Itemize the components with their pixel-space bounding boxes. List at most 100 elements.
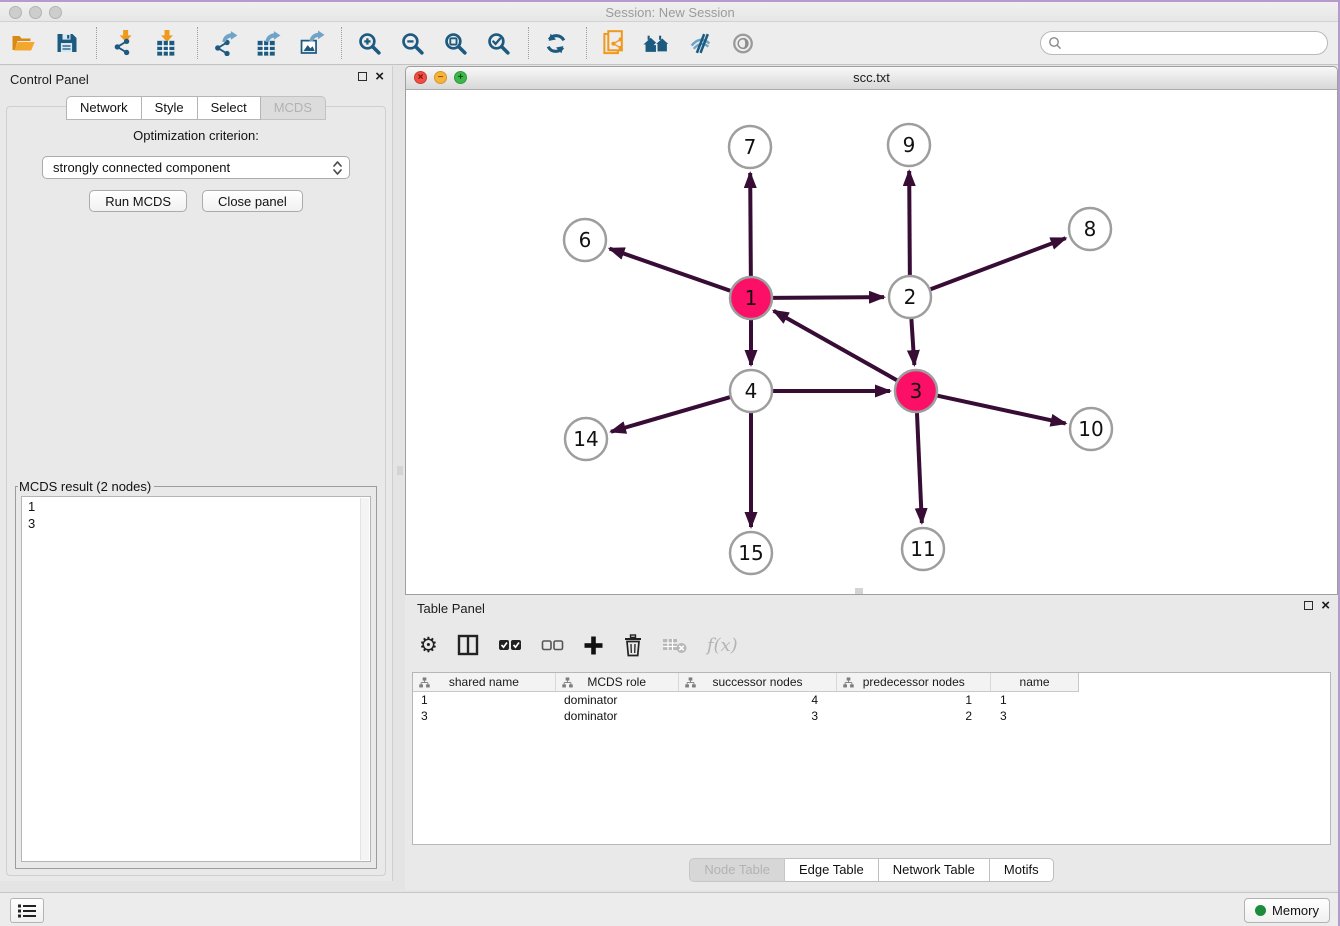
table-panel-title: Table Panel <box>417 601 485 616</box>
column-header-shared-name[interactable]: shared name <box>413 673 556 691</box>
table-cell[interactable]: 3 <box>413 709 556 723</box>
zoom-selected-icon[interactable] <box>483 28 513 58</box>
graph-node-10[interactable]: 10 <box>1070 408 1112 450</box>
svg-text:11: 11 <box>910 537 935 561</box>
float-table-panel-icon[interactable] <box>1304 601 1313 610</box>
horizontal-splitter-handle[interactable] <box>855 588 863 594</box>
tab-style[interactable]: Style <box>142 96 198 120</box>
toolbar-separator <box>197 27 198 59</box>
graph-node-1[interactable]: 1 <box>730 277 772 319</box>
add-icon[interactable] <box>583 632 604 658</box>
table-cell[interactable]: 3 <box>679 709 838 723</box>
toolbar-separator <box>586 27 587 59</box>
control-panel: Control Panel × NetworkStyleSelectMCDS O… <box>0 66 393 881</box>
graph-node-2[interactable]: 2 <box>889 276 931 318</box>
zoom-in-icon[interactable] <box>354 28 384 58</box>
table-cell[interactable]: 1 <box>838 693 992 707</box>
save-session-icon[interactable] <box>51 28 81 58</box>
network-from-selection-icon[interactable] <box>599 28 629 58</box>
graph-node-11[interactable]: 11 <box>902 528 944 570</box>
edge-1-2[interactable] <box>773 297 884 298</box>
memory-button[interactable]: Memory <box>1244 898 1330 923</box>
edge-3-1[interactable] <box>774 311 897 380</box>
criterion-dropdown[interactable]: strongly connected component <box>42 156 350 179</box>
edge-2-9[interactable] <box>909 171 910 275</box>
graph-node-6[interactable]: 6 <box>564 219 606 261</box>
graph-node-3[interactable]: 3 <box>895 370 937 412</box>
result-scrollbar[interactable] <box>360 498 369 860</box>
export-table-icon[interactable] <box>253 28 283 58</box>
search-input[interactable] <box>1040 31 1328 55</box>
table-row[interactable]: 3dominator323 <box>413 708 1330 724</box>
graph-node-14[interactable]: 14 <box>565 418 607 460</box>
import-network-icon[interactable] <box>109 28 139 58</box>
task-history-button[interactable] <box>10 898 44 923</box>
close-panel-icon[interactable]: × <box>375 71 384 82</box>
edge-2-8[interactable] <box>931 238 1066 289</box>
run-mcds-button[interactable]: Run MCDS <box>89 190 187 212</box>
tab-mcds[interactable]: MCDS <box>261 96 326 120</box>
mcds-result-text[interactable]: 1 3 <box>21 496 371 862</box>
table-cell[interactable]: dominator <box>556 693 679 707</box>
close-table-panel-icon[interactable]: × <box>1321 600 1330 611</box>
float-panel-icon[interactable] <box>358 72 367 81</box>
refresh-icon[interactable] <box>541 28 571 58</box>
table-cell[interactable]: 1 <box>413 693 556 707</box>
select-all-icon[interactable] <box>498 632 522 658</box>
graph-node-9[interactable]: 9 <box>888 124 930 166</box>
deselect-all-icon[interactable] <box>541 632 564 658</box>
table-cell[interactable]: dominator <box>556 709 679 723</box>
edge-2-3[interactable] <box>911 319 914 365</box>
hide-details-icon[interactable] <box>685 28 715 58</box>
tab-network[interactable]: Network <box>66 96 142 120</box>
export-image-icon[interactable] <box>296 28 326 58</box>
svg-text:4: 4 <box>745 379 758 403</box>
open-session-icon[interactable] <box>8 28 38 58</box>
close-panel-button[interactable]: Close panel <box>202 190 303 212</box>
control-panel-title: Control Panel <box>10 72 89 87</box>
edge-3-10[interactable] <box>937 396 1065 424</box>
network-window-titlebar[interactable]: × − + scc.txt <box>406 67 1337 90</box>
tab-motifs[interactable]: Motifs <box>990 858 1054 882</box>
tab-node-table[interactable]: Node Table <box>689 858 785 882</box>
tab-select[interactable]: Select <box>198 96 261 120</box>
column-header-MCDS-role[interactable]: MCDS role <box>556 673 679 691</box>
gear-icon[interactable]: ⚙ <box>419 632 438 658</box>
edge-1-6[interactable] <box>610 249 731 291</box>
mcds-result-fieldset: MCDS result (2 nodes) 1 3 <box>15 479 377 869</box>
graph-node-7[interactable]: 7 <box>729 126 771 168</box>
split-columns-icon[interactable] <box>457 632 479 658</box>
zoom-fit-icon[interactable] <box>440 28 470 58</box>
edge-4-14[interactable] <box>611 397 730 432</box>
table-cell[interactable]: 2 <box>838 709 992 723</box>
graph-node-4[interactable]: 4 <box>730 370 772 412</box>
tab-network-table[interactable]: Network Table <box>879 858 990 882</box>
optimization-label: Optimization criterion: <box>7 128 385 143</box>
edge-3-11[interactable] <box>917 413 922 523</box>
svg-text:9: 9 <box>903 133 916 157</box>
show-details-icon[interactable] <box>728 28 758 58</box>
table-cell[interactable]: 4 <box>679 693 838 707</box>
tab-edge-table[interactable]: Edge Table <box>785 858 879 882</box>
column-header-successor-nodes[interactable]: successor nodes <box>679 673 838 691</box>
toolbar-separator <box>341 27 342 59</box>
table-row[interactable]: 1dominator411 <box>413 692 1330 708</box>
table-cell[interactable]: 3 <box>992 709 1079 723</box>
graph-node-8[interactable]: 8 <box>1069 208 1111 250</box>
export-network-icon[interactable] <box>210 28 240 58</box>
network-canvas[interactable]: 7 9 6 8 1 2 4 3 14 10 15 11 <box>406 90 1337 594</box>
table-cell[interactable]: 1 <box>992 693 1079 707</box>
column-header-name[interactable]: name <box>991 673 1078 691</box>
svg-text:7: 7 <box>744 135 757 159</box>
home-icon[interactable] <box>642 28 672 58</box>
dropdown-stepper-icon <box>332 159 343 183</box>
edge-1-7[interactable] <box>750 173 751 276</box>
function-icon: f(x) <box>707 632 738 658</box>
import-table-icon[interactable] <box>152 28 182 58</box>
column-header-predecessor-nodes[interactable]: predecessor nodes <box>837 673 991 691</box>
delete-table-icon <box>662 632 688 658</box>
zoom-out-icon[interactable] <box>397 28 427 58</box>
graph-node-15[interactable]: 15 <box>730 532 772 574</box>
trash-icon[interactable] <box>623 632 643 658</box>
vertical-splitter-handle[interactable] <box>397 466 403 475</box>
